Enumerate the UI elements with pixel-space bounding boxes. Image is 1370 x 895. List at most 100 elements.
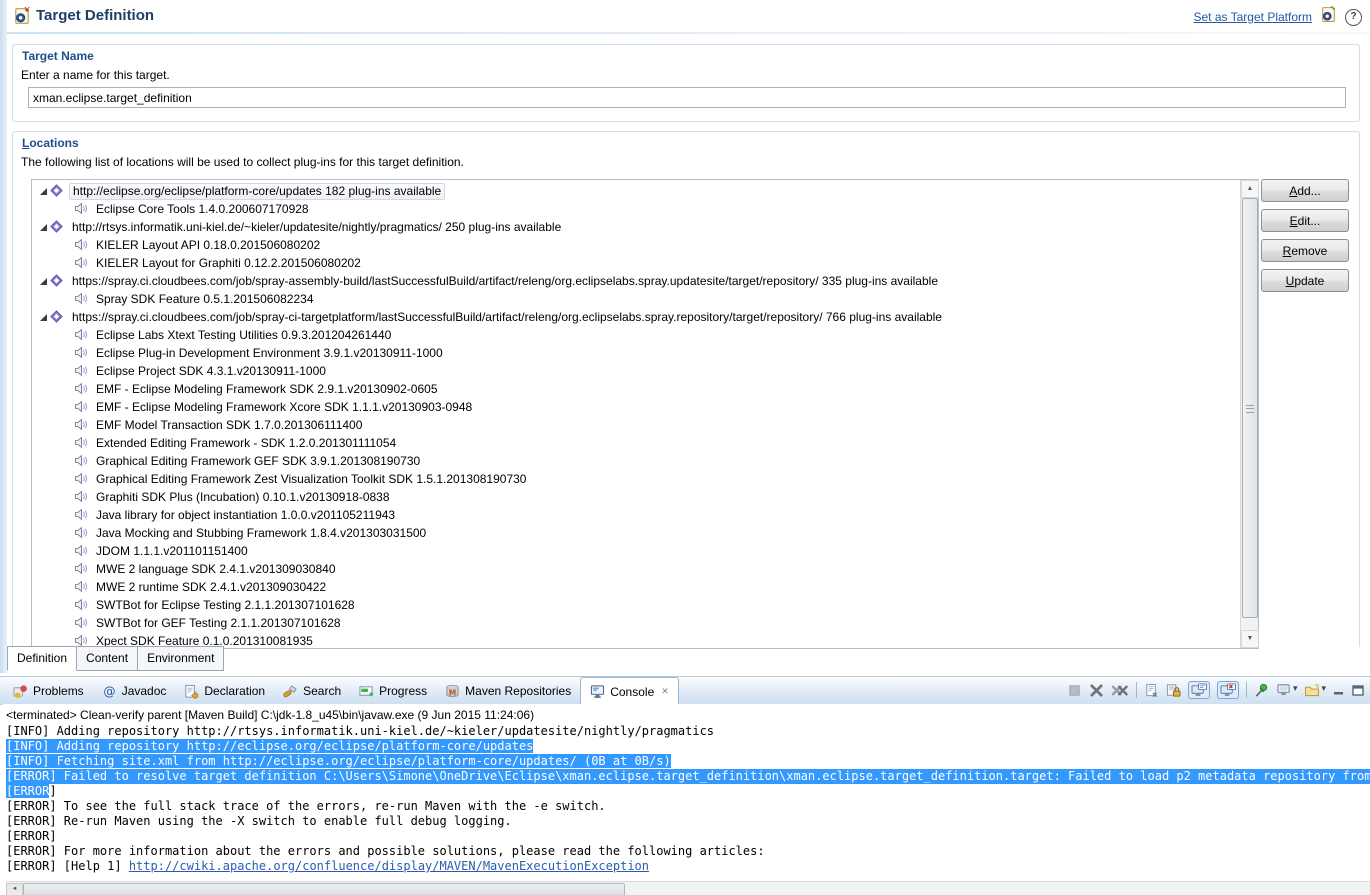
update-site-icon — [50, 184, 64, 198]
minimize-icon[interactable] — [1333, 685, 1345, 696]
view-tab-maven-repositories[interactable]: MMaven Repositories — [436, 678, 580, 704]
tree-feature-row[interactable]: SWTBot for GEF Testing 2.1.1.20130710162… — [32, 614, 1240, 632]
update-button[interactable]: Update — [1261, 269, 1349, 292]
tree-feature-row[interactable]: Graphical Editing Framework GEF SDK 3.9.… — [32, 452, 1240, 470]
editor-tab-content[interactable]: Content — [77, 646, 138, 671]
editor-tab-environment[interactable]: Environment — [138, 646, 224, 671]
tree-feature-row[interactable]: EMF - Eclipse Modeling Framework Xcore S… — [32, 398, 1240, 416]
header-separator — [7, 32, 1370, 34]
tree-feature-row[interactable]: MWE 2 runtime SDK 2.4.1.v201309030422 — [32, 578, 1240, 596]
pin-console-icon[interactable] — [1254, 683, 1269, 698]
editor-tab-definition[interactable]: Definition — [7, 646, 77, 671]
tree-feature-label: Graphical Editing Framework GEF SDK 3.9.… — [93, 454, 423, 469]
tree-feature-row[interactable]: EMF - Eclipse Modeling Framework SDK 2.9… — [32, 380, 1240, 398]
console-horizontal-scrollbar[interactable]: ◄ — [6, 881, 1370, 895]
console-line: [ERROR] — [6, 784, 1370, 799]
target-name-input[interactable] — [28, 87, 1346, 108]
tree-site-row[interactable]: https://spray.ci.cloudbees.com/job/spray… — [32, 308, 1240, 326]
tree-feature-row[interactable]: EMF Model Transaction SDK 1.7.0.20130611… — [32, 416, 1240, 434]
view-tab-label: Search — [303, 684, 341, 698]
toolbar-separator — [1246, 682, 1247, 698]
feature-icon — [74, 202, 88, 216]
tree-site-row[interactable]: https://spray.ci.cloudbees.com/job/spray… — [32, 272, 1240, 290]
remove-button[interactable]: Remove — [1261, 239, 1349, 262]
add-button[interactable]: Add... — [1261, 179, 1349, 202]
remove-launch-icon[interactable] — [1089, 683, 1104, 698]
set-target-platform-icon[interactable] — [1320, 6, 1337, 28]
tree-feature-label: SWTBot for Eclipse Testing 2.1.1.2013071… — [93, 598, 358, 613]
tree-feature-row[interactable]: Eclipse Project SDK 4.3.1.v20130911-1000 — [32, 362, 1240, 380]
console-hyperlink[interactable]: http://cwiki.apache.org/confluence/displ… — [129, 859, 649, 873]
feature-icon — [74, 580, 88, 594]
feature-icon — [74, 346, 88, 360]
view-tab-search[interactable]: Search — [274, 678, 350, 704]
tree-feature-row[interactable]: KIELER Layout API 0.18.0.201506080202 — [32, 236, 1240, 254]
open-console-icon[interactable]: ▾ — [1304, 683, 1326, 697]
target-name-description: Enter a name for this target. — [21, 68, 170, 82]
feature-icon — [74, 436, 88, 450]
display-console-icon[interactable]: ▾ — [1276, 683, 1298, 697]
scrollbar-thumb[interactable] — [1242, 198, 1258, 618]
target-definition-icon — [13, 7, 31, 25]
tree-feature-row[interactable]: Eclipse Labs Xtext Testing Utilities 0.9… — [32, 326, 1240, 344]
expander-icon[interactable] — [40, 188, 47, 195]
tree-feature-row[interactable]: Spray SDK Feature 0.5.1.201506082234 — [32, 290, 1240, 308]
page-title: Target Definition — [36, 7, 154, 24]
clear-console-icon[interactable] — [1144, 683, 1159, 698]
set-as-target-platform-link[interactable]: Set as Target Platform — [1194, 10, 1313, 24]
remove-all-terminated-icon[interactable] — [1111, 683, 1129, 698]
dropdown-arrow-icon[interactable]: ▾ — [1293, 683, 1298, 697]
feature-icon — [74, 328, 88, 342]
tree-feature-row[interactable]: Graphiti SDK Plus (Incubation) 0.10.1.v2… — [32, 488, 1240, 506]
target-definition-editor: Target Definition Set as Target Platform… — [0, 0, 1370, 673]
feature-icon — [74, 454, 88, 468]
show-stdout-icon[interactable] — [1188, 681, 1210, 699]
feature-icon — [74, 364, 88, 378]
help-icon[interactable]: ? — [1345, 9, 1362, 26]
locations-tree[interactable]: http://eclipse.org/eclipse/platform-core… — [32, 180, 1240, 648]
svg-text:M: M — [449, 688, 456, 697]
tree-feature-label: EMF - Eclipse Modeling Framework SDK 2.9… — [93, 382, 441, 397]
view-tab-problems[interactable]: Problems — [4, 678, 93, 704]
maximize-icon[interactable] — [1352, 685, 1364, 696]
console-output[interactable]: [INFO] Adding repository http://rtsys.in… — [3, 724, 1370, 874]
view-tab-progress[interactable]: Progress — [350, 678, 436, 704]
scroll-down-icon[interactable]: ▼ — [1241, 630, 1259, 648]
show-stderr-icon[interactable] — [1217, 681, 1239, 699]
expander-icon[interactable] — [40, 224, 47, 231]
scroll-left-icon[interactable]: ◄ — [6, 883, 23, 895]
update-site-icon — [50, 274, 64, 288]
feature-icon — [74, 256, 88, 270]
terminate-icon[interactable] — [1067, 683, 1082, 698]
console-line: [INFO] Adding repository http://eclipse.… — [6, 739, 1370, 754]
view-tab-declaration[interactable]: Declaration — [175, 678, 274, 704]
scroll-up-icon[interactable]: ▲ — [1241, 180, 1259, 198]
tree-feature-row[interactable]: Extended Editing Framework - SDK 1.2.0.2… — [32, 434, 1240, 452]
tree-feature-row[interactable]: Graphical Editing Framework Zest Visuali… — [32, 470, 1240, 488]
tree-feature-row[interactable]: Eclipse Plug-in Development Environment … — [32, 344, 1240, 362]
tree-site-row[interactable]: http://eclipse.org/eclipse/platform-core… — [32, 182, 1240, 200]
javadoc-icon: @ — [102, 684, 117, 699]
tree-site-row[interactable]: http://rtsys.informatik.uni-kiel.de/~kie… — [32, 218, 1240, 236]
locations-section-title: Locations — [22, 136, 79, 150]
scroll-lock-icon[interactable] — [1166, 683, 1181, 698]
tree-feature-row[interactable]: Java Mocking and Stubbing Framework 1.8.… — [32, 524, 1240, 542]
tree-feature-row[interactable]: Eclipse Core Tools 1.4.0.200607170928 — [32, 200, 1240, 218]
tree-feature-row[interactable]: JDOM 1.1.1.v201101151400 — [32, 542, 1240, 560]
tree-feature-row[interactable]: Java library for object instantiation 1.… — [32, 506, 1240, 524]
close-icon[interactable]: ✕ — [661, 686, 669, 697]
expander-icon[interactable] — [40, 278, 47, 285]
search-icon — [283, 684, 298, 699]
edit-button[interactable]: Edit... — [1261, 209, 1349, 232]
tree-vertical-scrollbar[interactable]: ▲ ▼ — [1240, 180, 1258, 648]
view-tab-javadoc[interactable]: @Javadoc — [93, 678, 176, 704]
expander-icon[interactable] — [40, 314, 47, 321]
tree-feature-label: EMF - Eclipse Modeling Framework Xcore S… — [93, 400, 475, 415]
view-tab-console[interactable]: Console✕ — [580, 677, 679, 705]
tree-feature-row[interactable]: MWE 2 language SDK 2.4.1.v201309030840 — [32, 560, 1240, 578]
tree-feature-row[interactable]: SWTBot for Eclipse Testing 2.1.1.2013071… — [32, 596, 1240, 614]
scrollbar-thumb[interactable] — [23, 883, 625, 895]
tree-feature-row[interactable]: KIELER Layout for Graphiti 0.12.2.201506… — [32, 254, 1240, 272]
dropdown-arrow-icon[interactable]: ▾ — [1321, 683, 1326, 697]
tree-feature-label: Java Mocking and Stubbing Framework 1.8.… — [93, 526, 429, 541]
